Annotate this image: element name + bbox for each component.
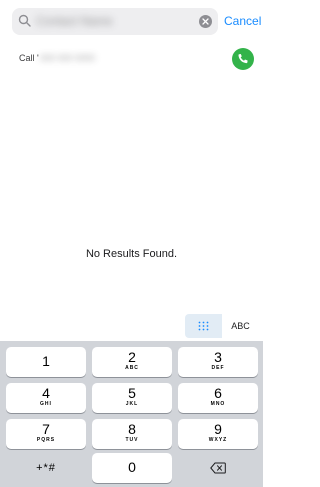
clear-icon[interactable] <box>199 15 212 28</box>
delete-backspace-icon <box>210 462 226 474</box>
phone-icon <box>238 54 248 64</box>
key-letters: ABC <box>125 365 139 371</box>
key-4[interactable]: 4 GHI <box>6 383 86 413</box>
no-results-message: No Results Found. <box>85 248 178 260</box>
key-digit: 4 <box>42 385 50 401</box>
call-number: 000 000 0000 <box>40 53 96 63</box>
key-0[interactable]: 0 <box>92 453 172 483</box>
keypad-grid-icon <box>198 321 209 331</box>
key-digit: 8 <box>128 421 136 437</box>
key-2[interactable]: 2 ABC <box>92 347 172 377</box>
call-button[interactable] <box>232 48 254 70</box>
cancel-button[interactable]: Cancel <box>224 14 261 28</box>
key-symbols-label: +*# <box>36 462 56 474</box>
key-digit: 6 <box>214 385 222 401</box>
key-7[interactable]: 7 PQRS <box>6 419 86 449</box>
key-symbols[interactable]: +*# <box>6 453 86 483</box>
key-3[interactable]: 3 DEF <box>178 347 258 377</box>
keypad-toggle-button[interactable] <box>185 314 222 338</box>
key-1[interactable]: 1 <box>6 347 86 377</box>
call-label: Call ' <box>19 53 39 63</box>
keyboard-toggle: ABC <box>185 314 259 338</box>
key-letters: WXYZ <box>208 437 228 443</box>
key-digit: 9 <box>214 421 222 437</box>
key-digit: 7 <box>42 421 50 437</box>
key-letters: JKL <box>125 401 139 407</box>
search-input[interactable]: Contact Name <box>12 8 218 35</box>
key-digit: 3 <box>214 349 222 365</box>
key-digit: 0 <box>128 459 136 475</box>
delete-key[interactable] <box>178 453 258 483</box>
search-icon <box>18 14 32 28</box>
key-8[interactable]: 8 TUV <box>92 419 172 449</box>
key-5[interactable]: 5 JKL <box>92 383 172 413</box>
key-6[interactable]: 6 MNO <box>178 383 258 413</box>
key-letters: TUV <box>125 437 139 443</box>
key-digit: 1 <box>42 353 50 369</box>
abc-toggle-button[interactable]: ABC <box>222 314 259 338</box>
key-letters: DEF <box>211 365 225 371</box>
key-letters: PQRS <box>36 437 56 443</box>
search-bar: Contact Name Cancel <box>0 0 263 44</box>
key-digit: 5 <box>128 385 136 401</box>
search-query: Contact Name <box>36 14 113 28</box>
key-9[interactable]: 9 WXYZ <box>178 419 258 449</box>
numeric-keypad: 1 2 ABC 3 DEF 4 GHI 5 JKL 6 MNO 7 PQRS 8… <box>0 341 263 487</box>
key-letters: MNO <box>210 401 226 407</box>
key-letters: GHI <box>40 401 52 407</box>
key-digit: 2 <box>128 349 136 365</box>
call-suggestion-row[interactable]: Call ' 000 000 0000 <box>0 44 263 74</box>
